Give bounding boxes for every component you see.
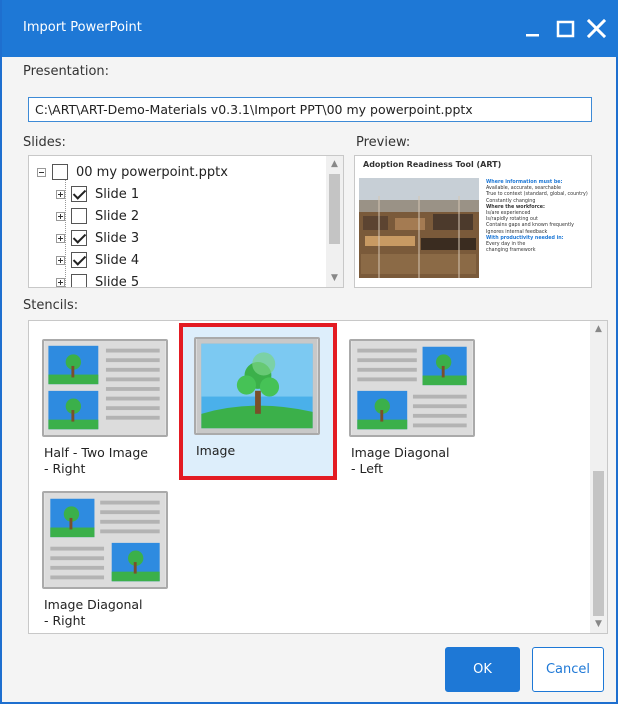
slide-4-label: Slide 4 [95, 252, 140, 268]
preview-label: Preview: [356, 135, 411, 150]
scroll-up-icon[interactable]: ▲ [590, 321, 607, 338]
ok-button[interactable]: OK [445, 647, 520, 692]
tree-row-slide-3[interactable]: Slide 3 [56, 227, 139, 249]
stencil-name: Image [196, 443, 326, 459]
slides-label: Slides: [23, 135, 66, 150]
expand-icon[interactable] [56, 211, 65, 221]
stencil-image[interactable]: Image [194, 337, 334, 487]
tree-row-slide-1[interactable]: Slide 1 [56, 183, 139, 205]
maximize-icon[interactable] [551, 14, 581, 44]
tree-row-slide-5[interactable]: Slide 5 [56, 271, 140, 288]
collapse-icon[interactable] [37, 167, 46, 177]
stencil-name: Image Diagonal - Right [44, 597, 174, 629]
scroll-thumb[interactable] [593, 471, 604, 616]
half-two-image-right-icon [42, 339, 168, 437]
stencil-name-line-1: Image Diagonal [44, 597, 143, 612]
stencil-name-line-1: Image Diagonal [351, 445, 450, 460]
stencil-image-diagonal-right[interactable]: Image Diagonal - Right [42, 491, 182, 633]
window-title: Import PowerPoint [23, 20, 142, 35]
slide-1-checkbox[interactable] [71, 186, 87, 202]
slide-4-checkbox[interactable] [71, 252, 87, 268]
slide-2-checkbox[interactable] [71, 208, 87, 224]
stencils-scrollbar[interactable]: ▲ ▼ [590, 321, 607, 633]
minimize-icon[interactable] [518, 14, 548, 44]
close-icon[interactable] [582, 14, 612, 44]
stencil-name-line-2: - Right [44, 461, 86, 476]
slide-2-label: Slide 2 [95, 208, 140, 224]
import-powerpoint-dialog: Import PowerPoint Presentation: C:\ART\A… [0, 0, 618, 704]
root-label: 00 my powerpoint.pptx [76, 164, 228, 180]
slide-5-checkbox[interactable] [71, 274, 87, 287]
scroll-down-icon[interactable]: ▼ [326, 270, 343, 287]
preview-slide-title: Adoption Readiness Tool (ART) [363, 160, 502, 169]
image-stencil-icon [194, 337, 320, 435]
slide-preview: Adoption Readiness Tool (ART) Where info… [354, 155, 592, 288]
presentation-path-field[interactable]: C:\ART\ART-Demo-Materials v0.3.1\Import … [28, 97, 592, 122]
tree-row-slide-4[interactable]: Slide 4 [56, 249, 139, 271]
stencils-gallery: Half - Two Image - Right Image Image Dia… [28, 320, 608, 634]
stencil-half-two-image-right[interactable]: Half - Two Image - Right [42, 339, 182, 489]
slides-tree: 00 my powerpoint.pptx Slide 1 Slide 2 Sl… [28, 155, 344, 288]
stencil-name-line-2: - Right [44, 613, 86, 628]
slide-5-label: Slide 5 [95, 274, 140, 288]
stencil-name: Half - Two Image - Right [44, 445, 174, 477]
preview-bullet: changing framework [486, 248, 536, 254]
presentation-label: Presentation: [23, 64, 110, 79]
tree-row-slide-2[interactable]: Slide 2 [56, 205, 139, 227]
stencil-name: Image Diagonal - Left [351, 445, 481, 477]
slide-3-label: Slide 3 [95, 230, 140, 246]
expand-icon[interactable] [56, 277, 65, 287]
preview-text-block: Where information must be: Available, ac… [486, 180, 590, 254]
expand-icon[interactable] [56, 255, 65, 265]
stencil-name-line-2: - Left [351, 461, 384, 476]
slide-3-checkbox[interactable] [71, 230, 87, 246]
image-diagonal-left-icon [349, 339, 475, 437]
stencil-name-line-1: Half - Two Image [44, 445, 148, 460]
stencils-label: Stencils: [23, 298, 79, 313]
stencil-name-line-1: Image [196, 443, 236, 458]
scroll-up-icon[interactable]: ▲ [326, 156, 343, 173]
image-diagonal-right-icon [42, 491, 168, 589]
expand-icon[interactable] [56, 189, 65, 199]
stencil-image-diagonal-left[interactable]: Image Diagonal - Left [349, 339, 489, 489]
tree-root-row[interactable]: 00 my powerpoint.pptx [37, 161, 228, 183]
expand-icon[interactable] [56, 233, 65, 243]
scroll-thumb[interactable] [329, 174, 340, 244]
scroll-down-icon[interactable]: ▼ [590, 616, 607, 633]
root-checkbox[interactable] [52, 164, 68, 180]
slides-scrollbar[interactable]: ▲ ▼ [326, 156, 343, 287]
cancel-button[interactable]: Cancel [532, 647, 604, 692]
title-bar: Import PowerPoint [2, 0, 618, 57]
slide-1-label: Slide 1 [95, 186, 140, 202]
preview-bullet: True to context (standard, global, count… [486, 192, 588, 198]
